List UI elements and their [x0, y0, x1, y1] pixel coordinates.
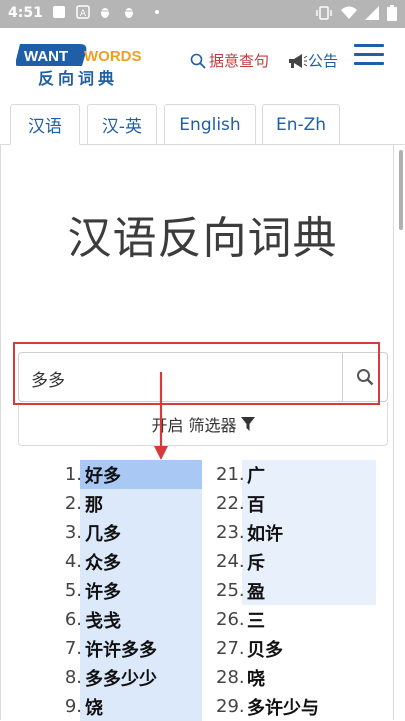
result-word[interactable]: 如许 — [247, 520, 283, 546]
tab-english[interactable]: English — [164, 104, 256, 144]
result-word[interactable]: 哓 — [247, 665, 265, 691]
megaphone-icon — [289, 53, 308, 68]
search-by-meaning-link[interactable]: 据意查句 — [190, 50, 269, 71]
result-rank: 7. — [64, 638, 82, 659]
language-tabs: 汉语 汉-英 English En-Zh — [0, 98, 405, 145]
app-header: WANT WORDS 反向词典 据意查句 公告 — [0, 28, 405, 98]
result-rank: 3. — [64, 522, 82, 543]
svg-text:A: A — [80, 9, 87, 19]
status-time: 4:51 — [8, 5, 43, 21]
result-item[interactable]: 5. 许多 — [54, 576, 208, 605]
tab-english-chinese[interactable]: En-Zh — [262, 104, 340, 144]
result-rank: 25. — [216, 580, 245, 601]
result-item[interactable]: 2. 那 — [54, 489, 208, 518]
logo-words-text: WORDS — [84, 48, 142, 65]
result-item[interactable]: 22. 百 — [216, 489, 382, 518]
search-by-meaning-label: 据意查句 — [209, 52, 270, 70]
result-word[interactable]: 广 — [247, 462, 265, 488]
result-rank: 6. — [64, 609, 82, 630]
logo-want-text: WANT — [24, 48, 68, 65]
result-item[interactable]: 29. 多许少与 — [216, 692, 382, 721]
result-item[interactable]: 28. 哓 — [216, 663, 382, 692]
hamburger-menu-icon[interactable] — [354, 44, 384, 70]
result-item[interactable]: 27. 贝多 — [216, 634, 382, 663]
annotation-arrow-icon — [154, 372, 168, 460]
signal-icon — [365, 6, 379, 20]
result-word[interactable]: 戋戋 — [85, 607, 121, 633]
wantwords-logo[interactable]: WANT WORDS 反向词典 — [16, 40, 161, 88]
page-title: 汉语反向词典 — [67, 213, 338, 264]
announcement-label: 公告 — [308, 52, 339, 70]
result-item[interactable]: 9. 饶 — [54, 692, 208, 721]
result-item[interactable]: 7. 许许多多 — [54, 634, 208, 663]
result-rank: 22. — [216, 493, 245, 514]
result-word[interactable]: 多许少与 — [247, 694, 319, 720]
result-word[interactable]: 饶 — [85, 694, 103, 720]
search-button[interactable] — [342, 353, 387, 401]
result-word[interactable]: 许多 — [85, 578, 121, 604]
tab-chinese-english[interactable]: 汉-英 — [87, 104, 157, 144]
result-rank: 27. — [216, 638, 245, 659]
result-rank: 2. — [64, 493, 82, 514]
filter-funnel-icon — [240, 416, 255, 431]
result-word[interactable]: 多多少少 — [85, 665, 157, 691]
result-rank: 8. — [64, 667, 82, 688]
result-word[interactable]: 百 — [247, 491, 265, 517]
result-rank: 4. — [64, 551, 82, 572]
search-input[interactable] — [29, 363, 343, 393]
dot-icon — [155, 10, 159, 14]
search-icon — [357, 369, 374, 386]
result-word[interactable]: 那 — [85, 491, 103, 517]
result-item[interactable]: 23. 如许 — [216, 518, 382, 547]
result-word[interactable]: 众多 — [85, 549, 121, 575]
result-rank: 29. — [216, 696, 245, 717]
result-word[interactable]: 几多 — [85, 520, 121, 546]
result-word[interactable]: 贝多 — [247, 636, 283, 662]
result-item[interactable]: 1. 好多 — [54, 460, 208, 489]
tab-chinese[interactable]: 汉语 — [10, 104, 80, 145]
result-rank: 24. — [216, 551, 245, 572]
result-rank: 9. — [64, 696, 82, 717]
result-item[interactable]: 4. 众多 — [54, 547, 208, 576]
vibrate-icon — [316, 6, 332, 20]
result-item[interactable]: 6. 戋戋 — [54, 605, 208, 634]
bug-icon — [100, 8, 110, 18]
result-rank: 21. — [216, 464, 245, 485]
result-rank: 26. — [216, 609, 245, 630]
result-word[interactable]: 三 — [247, 607, 265, 633]
result-item[interactable]: 21. 广 — [216, 460, 382, 489]
search-icon — [190, 53, 206, 69]
result-rank: 1. — [64, 464, 82, 485]
results-list: 1. 好多 2. 那 3. 几多 4. 众多 5. 许多 6. 戋戋 7. 许许多多 8. 多多少少 9. 饶 2… — [0, 460, 405, 721]
wifi-icon — [341, 6, 357, 19]
status-bar: 4:51 A — [0, 0, 405, 28]
announcement-link[interactable]: 公告 — [288, 50, 338, 71]
result-item[interactable]: 25. 盈 — [216, 576, 382, 605]
result-word[interactable]: 盈 — [247, 578, 265, 604]
logo-chinese-text: 反向词典 — [38, 69, 118, 88]
result-item[interactable]: 8. 多多少少 — [54, 663, 208, 692]
battery-icon — [387, 5, 397, 21]
result-item[interactable]: 24. 斥 — [216, 547, 382, 576]
result-item[interactable]: 26. 三 — [216, 605, 382, 634]
result-word[interactable]: 好多 — [85, 462, 121, 488]
bug-icon — [124, 8, 134, 18]
result-rank: 23. — [216, 522, 245, 543]
result-rank: 28. — [216, 667, 245, 688]
result-item[interactable]: 3. 几多 — [54, 518, 208, 547]
result-word[interactable]: 许许多多 — [85, 636, 157, 662]
filter-toggle[interactable]: 开启 筛选器 — [18, 402, 388, 446]
search-box — [18, 352, 388, 402]
result-word[interactable]: 斥 — [247, 549, 265, 575]
result-rank: 5. — [64, 580, 82, 601]
notification-square-icon — [53, 6, 65, 18]
app-a-icon: A — [76, 5, 90, 19]
